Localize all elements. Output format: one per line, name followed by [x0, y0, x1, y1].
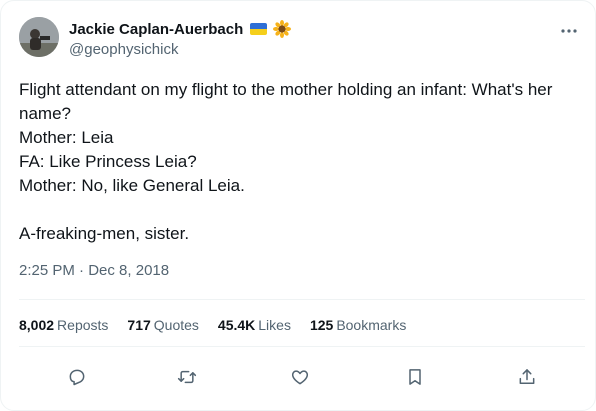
bookmarks-count: 125 — [309, 317, 334, 333]
author-block: Jackie Caplan-Auerbach @geophysichick — [69, 19, 292, 58]
repost-icon[interactable] — [173, 363, 201, 391]
reposts-count: 8,002 — [19, 317, 55, 333]
divider — [19, 299, 585, 300]
tweet-time[interactable]: 2:25 PM — [19, 262, 75, 279]
avatar[interactable] — [19, 17, 59, 57]
divider — [19, 346, 585, 347]
like-icon[interactable] — [286, 363, 314, 391]
tweet-line: A-freaking-men, sister. — [19, 224, 190, 243]
reply-icon[interactable] — [63, 363, 91, 391]
more-options-icon[interactable] — [557, 21, 581, 41]
share-icon[interactable] — [513, 363, 541, 391]
ukraine-flag-icon — [250, 23, 268, 35]
bookmark-icon[interactable] — [401, 363, 429, 391]
likes-stat[interactable]: 45.4K Likes — [218, 317, 291, 333]
tweet-line: name? — [19, 104, 71, 123]
likes-label: Likes — [258, 317, 291, 333]
action-bar — [1, 363, 596, 391]
sunflower-icon — [273, 20, 292, 38]
reposts-stat[interactable]: 8,002 Reposts — [19, 317, 108, 333]
tweet-timestamp: 2:25 PM · Dec 8, 2018 — [19, 262, 169, 279]
tweet-line: Flight attendant on my flight to the mot… — [19, 80, 553, 99]
tweet-line: Mother: No, like General Leia. — [19, 176, 245, 195]
likes-count: 45.4K — [217, 317, 256, 333]
bookmarks-stat[interactable]: 125 Bookmarks — [310, 317, 406, 333]
quotes-label: Quotes — [153, 317, 199, 333]
tweet-line: FA: Like Princess Leia? — [19, 152, 197, 171]
tweet-line — [19, 198, 581, 222]
tweet-line: Mother: Leia — [19, 128, 114, 147]
bookmarks-label: Bookmarks — [336, 317, 407, 333]
display-name[interactable]: Jackie Caplan-Auerbach — [69, 21, 243, 38]
user-handle[interactable]: @geophysichick — [69, 41, 291, 58]
timestamp-separator: · — [79, 262, 85, 279]
tweet-text: Flight attendant on my flight to the mot… — [19, 78, 581, 246]
tweet-date[interactable]: Dec 8, 2018 — [88, 262, 169, 279]
reposts-label: Reposts — [57, 317, 109, 333]
tweet-card: Jackie Caplan-Auerbach @geophysichick Fl… — [0, 0, 596, 411]
quotes-stat[interactable]: 717 Quotes — [127, 317, 199, 333]
profile-photo-icon — [19, 17, 59, 57]
quotes-count: 717 — [127, 317, 151, 333]
engagement-stats: 8,002 Reposts 717 Quotes 45.4K Likes 125 Boo… — [19, 317, 425, 333]
